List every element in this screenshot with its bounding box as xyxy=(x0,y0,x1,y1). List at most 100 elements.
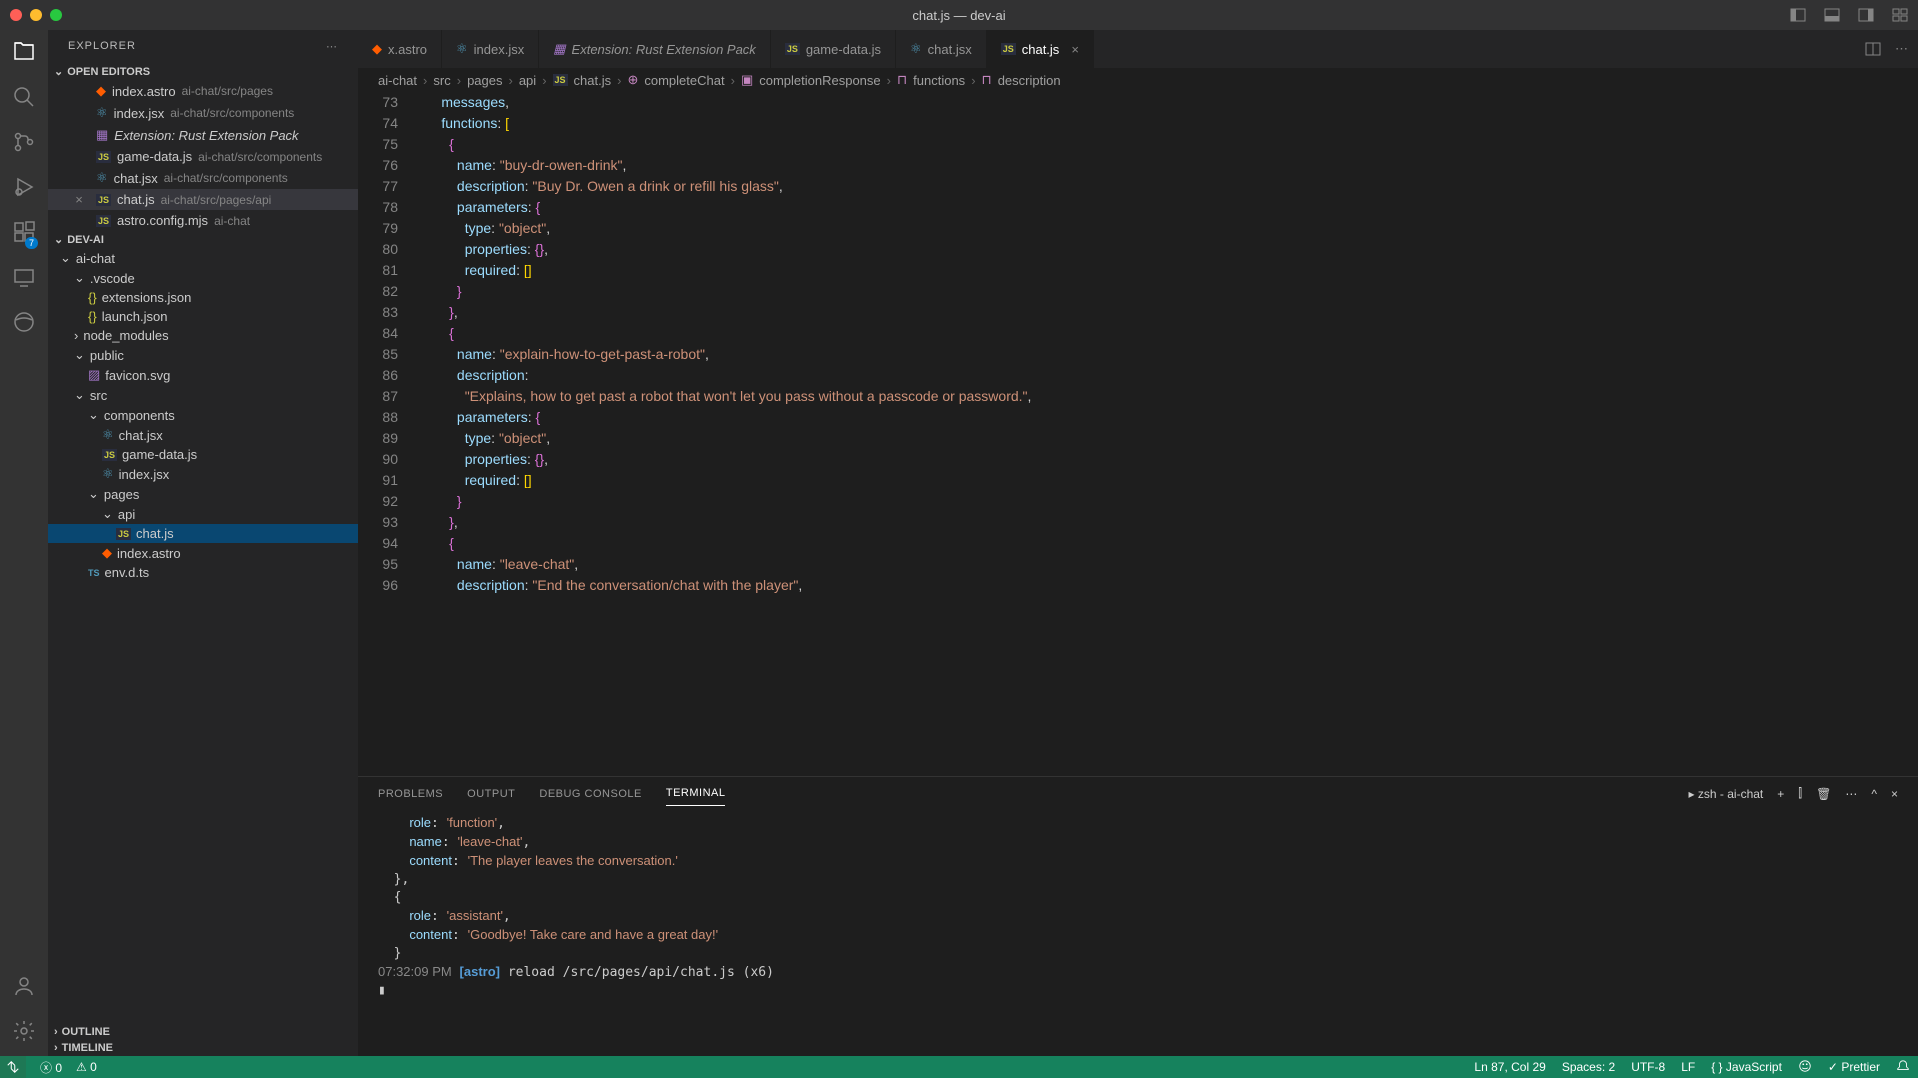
breadcrumb-item[interactable]: completeChat xyxy=(644,73,724,88)
editor-tab[interactable]: ⚛index.jsx xyxy=(442,30,539,68)
code-editor[interactable]: 7374757677787980818283848586878889909192… xyxy=(358,92,1918,776)
editor-tab[interactable]: JSchat.js× xyxy=(987,30,1094,68)
tree-item[interactable]: ⌄components xyxy=(48,405,358,425)
open-editor-item[interactable]: JSgame-data.js ai-chat/src/components xyxy=(48,146,358,167)
breadcrumb-item[interactable]: api xyxy=(519,73,536,88)
account-icon[interactable] xyxy=(12,974,36,1001)
editor-tab[interactable]: JSgame-data.js xyxy=(771,30,896,68)
editor-area: ◆x.astro⚛index.jsx▦Extension: Rust Exten… xyxy=(358,30,1918,1056)
sidebar-title: EXPLORER xyxy=(68,40,136,53)
tree-item[interactable]: ⌄api xyxy=(48,504,358,524)
editor-tab[interactable]: ◆x.astro xyxy=(358,30,442,68)
breadcrumb-item[interactable]: ai-chat xyxy=(378,73,417,88)
sidebar-more-icon[interactable]: ⋯ xyxy=(326,40,338,53)
source-control-icon[interactable] xyxy=(12,130,36,157)
more-icon[interactable]: ⋯ xyxy=(1895,41,1908,57)
timeline-header[interactable]: › TIMELINE xyxy=(48,1040,358,1056)
tree-item[interactable]: {}launch.json xyxy=(48,307,358,326)
activity-bar: 7 xyxy=(0,30,48,1056)
encoding[interactable]: UTF-8 xyxy=(1631,1060,1665,1074)
panel-tab[interactable]: TERMINAL xyxy=(666,781,726,806)
window-controls[interactable] xyxy=(10,9,62,21)
debug-icon[interactable] xyxy=(12,175,36,202)
open-editor-item[interactable]: JSastro.config.mjs ai-chat xyxy=(48,210,358,231)
breadcrumb-item[interactable]: functions xyxy=(913,73,965,88)
breadcrumb-item[interactable]: pages xyxy=(467,73,502,88)
eol[interactable]: LF xyxy=(1681,1060,1695,1074)
open-editors-header[interactable]: ⌄ OPEN EDITORS xyxy=(48,63,358,80)
tree-item[interactable]: ›node_modules xyxy=(48,326,358,345)
new-terminal-icon[interactable]: + xyxy=(1777,787,1784,801)
panel-bottom-icon[interactable] xyxy=(1824,7,1840,23)
more-icon[interactable]: ⋯ xyxy=(1845,787,1857,801)
panel-tab[interactable]: OUTPUT xyxy=(467,782,515,806)
breadcrumb-item[interactable]: completionResponse xyxy=(759,73,880,88)
kill-terminal-icon[interactable]: 🗑 xyxy=(1816,787,1831,801)
tree-item[interactable]: ◆index.astro xyxy=(48,543,358,563)
tree-item[interactable]: ⚛chat.jsx xyxy=(48,425,358,445)
settings-gear-icon[interactable] xyxy=(12,1019,36,1046)
customize-layout-icon[interactable] xyxy=(1892,7,1908,23)
breadcrumb-item[interactable]: chat.js xyxy=(574,73,612,88)
split-terminal-icon[interactable]: ⫿ xyxy=(1798,786,1802,801)
editor-tabs: ◆x.astro⚛index.jsx▦Extension: Rust Exten… xyxy=(358,30,1918,68)
panel-right-icon[interactable] xyxy=(1858,7,1874,23)
open-editor-item[interactable]: ⚛index.jsx ai-chat/src/components xyxy=(48,102,358,124)
window-title: chat.js — dev-ai xyxy=(912,8,1005,23)
project-header[interactable]: ⌄ DEV-AI xyxy=(48,231,358,248)
tree-item[interactable]: ⌄pages xyxy=(48,484,358,504)
feedback-icon[interactable] xyxy=(1798,1059,1812,1076)
language-mode[interactable]: { } JavaScript xyxy=(1711,1060,1782,1074)
statusbar: ⓧ 0 ⚠ 0 Ln 87, Col 29 Spaces: 2 UTF-8 LF… xyxy=(0,1056,1918,1078)
prettier-status[interactable]: ✓ Prettier xyxy=(1828,1060,1880,1074)
errors-count[interactable]: ⓧ 0 xyxy=(40,1059,62,1076)
tree-item[interactable]: ⌄ai-chat xyxy=(48,248,358,268)
minimize-window-icon[interactable] xyxy=(30,9,42,21)
panel-left-icon[interactable] xyxy=(1790,7,1806,23)
terminal-output[interactable]: role: 'function', name: 'leave-chat', co… xyxy=(358,806,1918,1056)
tree-item[interactable]: JSchat.js xyxy=(48,524,358,543)
editor-tab[interactable]: ⚛chat.jsx xyxy=(896,30,987,68)
terminal-select[interactable]: ▸ zsh - ai-chat xyxy=(1689,787,1764,801)
outline-header[interactable]: › OUTLINE xyxy=(48,1024,358,1040)
layout-controls[interactable] xyxy=(1790,7,1908,23)
extensions-icon[interactable]: 7 xyxy=(12,220,36,247)
chevron-right-icon: › xyxy=(54,1026,58,1038)
maximize-panel-icon[interactable]: ^ xyxy=(1871,787,1877,801)
tree-item[interactable]: ⌄src xyxy=(48,385,358,405)
close-panel-icon[interactable]: × xyxy=(1891,787,1898,801)
tree-item[interactable]: ▨favicon.svg xyxy=(48,365,358,385)
tree-item[interactable]: TSenv.d.ts xyxy=(48,563,358,582)
remote-indicator[interactable] xyxy=(0,1056,26,1078)
tree-item[interactable]: JSgame-data.js xyxy=(48,445,358,464)
tree-item[interactable]: {}extensions.json xyxy=(48,288,358,307)
split-editor-icon[interactable] xyxy=(1865,41,1881,57)
titlebar: chat.js — dev-ai xyxy=(0,0,1918,30)
warnings-count[interactable]: ⚠ 0 xyxy=(76,1060,97,1074)
tree-item[interactable]: ⌄public xyxy=(48,345,358,365)
tree-item[interactable]: ⚛index.jsx xyxy=(48,464,358,484)
close-window-icon[interactable] xyxy=(10,9,22,21)
open-editor-item[interactable]: ×JSchat.js ai-chat/src/pages/api xyxy=(48,189,358,210)
search-icon[interactable] xyxy=(12,85,36,112)
close-icon[interactable]: × xyxy=(72,192,86,207)
tree-item[interactable]: ⌄.vscode xyxy=(48,268,358,288)
breadcrumb-item[interactable]: src xyxy=(433,73,450,88)
open-editor-item[interactable]: ⚛chat.jsx ai-chat/src/components xyxy=(48,167,358,189)
breadcrumb-item[interactable]: description xyxy=(998,73,1061,88)
panel-tab[interactable]: PROBLEMS xyxy=(378,782,443,806)
panel-tab[interactable]: DEBUG CONSOLE xyxy=(539,782,641,806)
edge-icon[interactable] xyxy=(12,310,36,337)
indentation[interactable]: Spaces: 2 xyxy=(1562,1060,1615,1074)
maximize-window-icon[interactable] xyxy=(50,9,62,21)
cursor-position[interactable]: Ln 87, Col 29 xyxy=(1474,1060,1545,1074)
breadcrumbs[interactable]: ai-chat›src›pages›api›JSchat.js›⊕complet… xyxy=(358,68,1918,92)
notifications-icon[interactable] xyxy=(1896,1059,1910,1076)
editor-tab[interactable]: ▦Extension: Rust Extension Pack xyxy=(539,30,771,68)
explorer-icon[interactable] xyxy=(12,40,36,67)
open-editor-item[interactable]: ◆index.astro ai-chat/src/pages xyxy=(48,80,358,102)
line-numbers: 7374757677787980818283848586878889909192… xyxy=(358,92,418,776)
open-editor-item[interactable]: ▦Extension: Rust Extension Pack xyxy=(48,124,358,146)
remote-icon[interactable] xyxy=(12,265,36,292)
close-tab-icon[interactable]: × xyxy=(1071,42,1079,57)
